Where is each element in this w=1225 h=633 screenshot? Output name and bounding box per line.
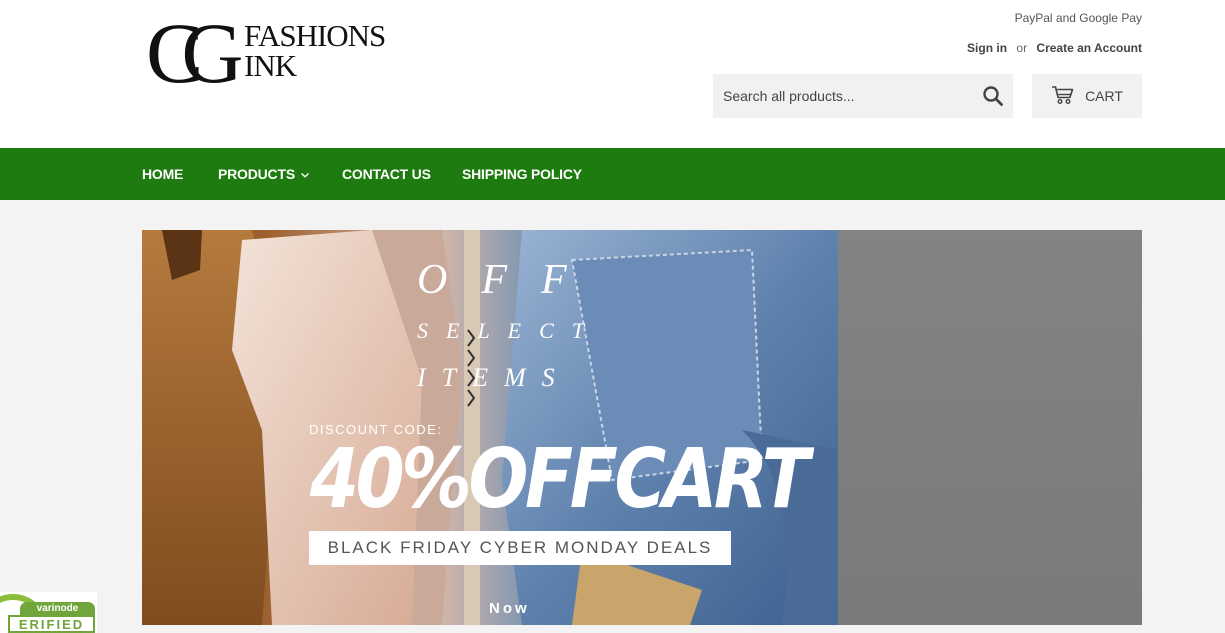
- site-header: CG FASHIONS INK PayPal and Google Pay Si…: [0, 0, 1225, 148]
- banner-select-text: SELECT: [417, 318, 603, 343]
- logo-mark: CG: [146, 5, 244, 101]
- deals-strip: BLACK FRIDAY CYBER MONDAY DEALS: [309, 531, 731, 565]
- nav-item-home[interactable]: HOME: [142, 148, 183, 200]
- nav-item-products-label: PRODUCTS: [218, 166, 295, 182]
- shop-now-link[interactable]: Now: [489, 600, 530, 617]
- nav-item-contact-us[interactable]: CONTACT US: [342, 148, 431, 200]
- nav-item-shipping-policy[interactable]: SHIPPING POLICY: [462, 148, 582, 200]
- cart-icon: [1051, 85, 1075, 108]
- search-input[interactable]: [713, 74, 963, 118]
- logo-text-line2: INK: [244, 48, 297, 83]
- search-form: [713, 74, 1013, 118]
- sign-in-link[interactable]: Sign in: [967, 41, 1007, 55]
- badge-bottom-text: ERIFIED: [8, 615, 95, 633]
- nav-item-products[interactable]: PRODUCTS: [218, 148, 310, 200]
- verified-badge[interactable]: varinode ERIFIED: [0, 592, 97, 633]
- main-nav: HOME PRODUCTS CONTACT US SHIPPING POLICY: [0, 148, 1225, 200]
- badge-top-text: varinode: [20, 602, 95, 615]
- discount-code: 40%OFFCART: [310, 432, 810, 527]
- account-links: Sign in or Create an Account: [967, 41, 1142, 55]
- payment-methods-text: PayPal and Google Pay: [1014, 11, 1142, 25]
- cart-label: CART: [1085, 88, 1123, 104]
- search-icon[interactable]: [981, 84, 1005, 108]
- banner-off-text: OFF: [417, 257, 601, 303]
- cart-button[interactable]: CART: [1032, 74, 1142, 118]
- hero-banner[interactable]: OFF SELECT ITEMS DISCOUNT CODE: 40%OFFCA…: [142, 230, 1142, 625]
- chevron-down-icon: [299, 166, 310, 182]
- create-account-link[interactable]: Create an Account: [1036, 41, 1142, 55]
- payment-note: PayPal and Google Pay: [1015, 0, 1142, 28]
- banner-right-panel: [838, 230, 1142, 625]
- banner-items-text: ITEMS: [417, 363, 571, 392]
- or-separator: or: [1016, 41, 1028, 55]
- store-logo[interactable]: CG FASHIONS INK: [146, 5, 391, 101]
